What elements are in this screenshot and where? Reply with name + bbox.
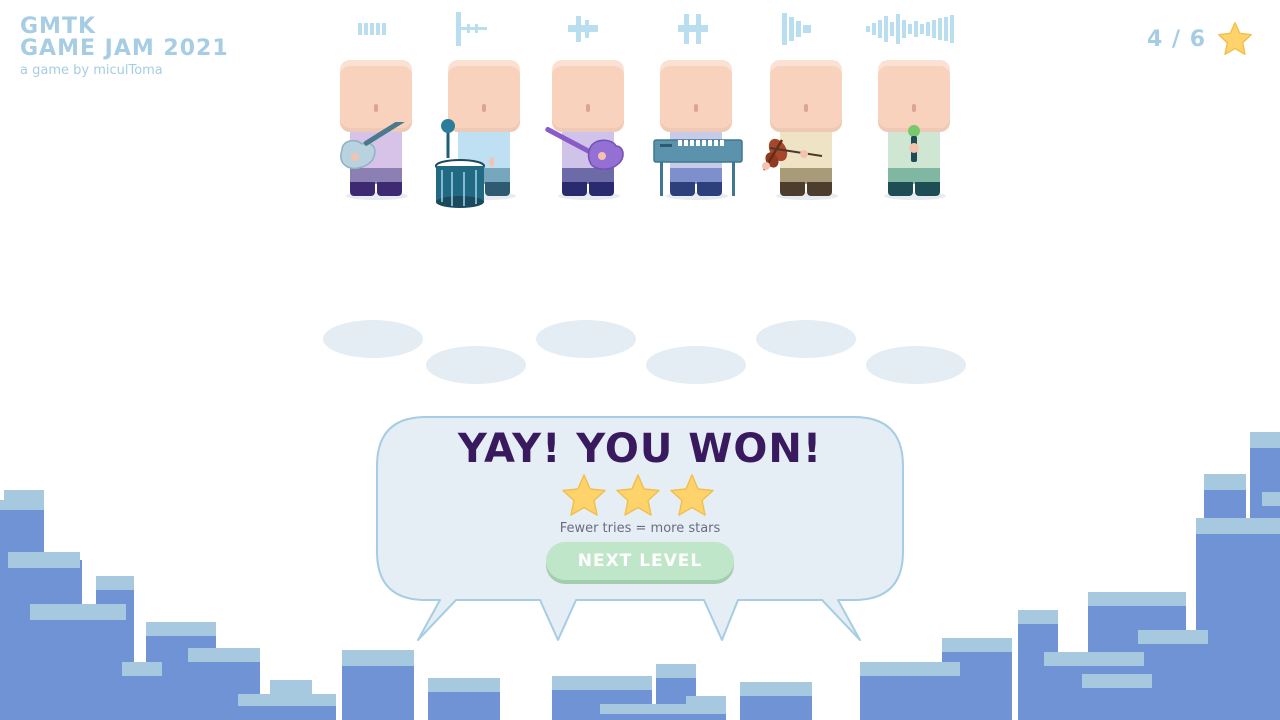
stars-rating: [560, 472, 716, 520]
level-progress-text: 4 / 6: [1147, 26, 1206, 52]
win-title: YAY! YOU WON!: [457, 426, 823, 472]
musician-drummer[interactable]: [435, 60, 522, 210]
star-icon: [562, 474, 606, 516]
star-icon: [1218, 22, 1252, 55]
violin-icon: [762, 138, 823, 171]
brand-byline: a game by miculToma: [20, 63, 163, 78]
bass-guitar-icon: [545, 126, 624, 170]
musician-guitarist[interactable]: [340, 60, 414, 210]
musician-keyboardist[interactable]: [653, 60, 743, 210]
stage-pad-5[interactable]: [756, 320, 856, 358]
stars-hint: Fewer tries = more stars: [559, 521, 721, 536]
musician-violinist[interactable]: [762, 60, 844, 210]
stage-pad-1[interactable]: [323, 320, 423, 358]
star-icon: [670, 474, 714, 516]
head: [770, 60, 842, 132]
waveform-3-icon: [568, 16, 598, 42]
musician-singer[interactable]: [878, 60, 952, 210]
stage-pad-2[interactable]: [426, 346, 526, 384]
waveform-1-icon: [358, 23, 386, 35]
star-icon: [616, 474, 660, 516]
next-level-button[interactable]: NEXT LEVEL: [546, 542, 734, 580]
waveform-5-icon: [782, 13, 811, 45]
electric-guitar-icon: [340, 122, 408, 170]
stage-pad-3[interactable]: [536, 320, 636, 358]
waveform-4-icon: [678, 14, 708, 44]
musician-bassist[interactable]: [545, 60, 626, 210]
level-progress: 4 / 6: [1147, 20, 1254, 58]
brand-line-2: GAME JAM 2021: [20, 36, 229, 61]
waveform-2-icon: [456, 12, 487, 46]
stage-pad-4[interactable]: [646, 346, 746, 384]
stage-pad-6[interactable]: [866, 346, 966, 384]
head: [660, 60, 732, 132]
game-branding: GMTK GAME JAM 2021 a game by miculToma: [20, 14, 229, 79]
drum-icon: [435, 119, 494, 208]
brand-line-1: GMTK: [20, 14, 97, 39]
microphone-icon: [908, 125, 920, 162]
head: [878, 60, 950, 132]
waveform-6-icon: [866, 14, 954, 44]
keyboard-icon: [653, 139, 743, 196]
